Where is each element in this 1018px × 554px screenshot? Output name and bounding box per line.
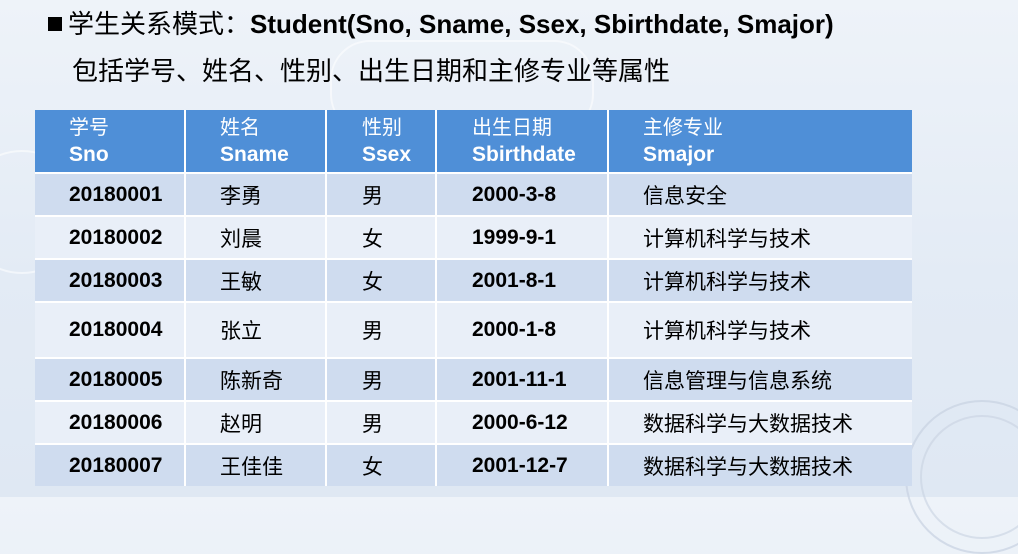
cell-sbirthdate: 2001-12-7 <box>436 443 609 486</box>
cell-ssex: 男 <box>326 357 437 401</box>
cell-sname: 陈新奇 <box>185 357 327 401</box>
cell-smajor: 计算机科学与技术 <box>608 215 912 259</box>
column-header-en: Ssex <box>362 143 412 166</box>
cell-sno: 20180004 <box>35 301 186 358</box>
table-row: 20180002 刘晨 女 1999-9-1 计算机科学与技术 <box>35 215 912 259</box>
cell-sno: 20180006 <box>35 400 186 444</box>
heading-prefix: 学生关系模式： <box>68 10 251 40</box>
cell-sbirthdate: 2000-1-8 <box>436 301 609 358</box>
cell-smajor: 数据科学与大数据技术 <box>608 400 912 444</box>
table-row: 20180001 李勇 男 2000-3-8 信息安全 <box>35 172 912 216</box>
table-header-row: 学号 Sno 姓名 Sname 性别 Ssex 出生日期 Sbirthdate … <box>35 110 912 173</box>
column-header-cn: 出生日期 <box>472 115 552 139</box>
relation-schema: Student(Sno, Sname, Ssex, Sbirthdate, Sm… <box>250 9 834 39</box>
cell-sname: 李勇 <box>185 172 327 216</box>
cell-sname: 赵明 <box>185 400 327 444</box>
column-header-cn: 主修专业 <box>643 115 723 139</box>
column-header-en: Sbirthdate <box>472 143 576 166</box>
column-header-sname: 姓名 Sname <box>185 110 327 173</box>
cell-sbirthdate: 2000-6-12 <box>436 400 609 444</box>
table-row: 20180004 张立 男 2000-1-8 计算机科学与技术 <box>35 301 912 358</box>
cell-sbirthdate: 2001-8-1 <box>436 258 609 302</box>
column-header-cn: 学号 <box>69 115 109 139</box>
column-header-cn: 姓名 <box>220 115 260 139</box>
cell-ssex: 男 <box>326 172 437 216</box>
column-header-en: Sname <box>220 143 289 166</box>
cell-sbirthdate: 2000-3-8 <box>436 172 609 216</box>
cell-smajor: 信息安全 <box>608 172 912 216</box>
table-row: 20180005 陈新奇 男 2001-11-1 信息管理与信息系统 <box>35 357 912 401</box>
column-header-ssex: 性别 Ssex <box>326 110 437 173</box>
column-header-en: Smajor <box>643 143 715 166</box>
cell-sno: 20180003 <box>35 258 186 302</box>
cell-smajor: 信息管理与信息系统 <box>608 357 912 401</box>
slide-heading: 学生关系模式：Student(Sno, Sname, Ssex, Sbirthd… <box>48 4 834 44</box>
cell-sname: 刘晨 <box>185 215 327 259</box>
table-row: 20180006 赵明 男 2000-6-12 数据科学与大数据技术 <box>35 400 912 444</box>
cell-sno: 20180001 <box>35 172 186 216</box>
cell-ssex: 女 <box>326 258 437 302</box>
cell-sname: 张立 <box>185 301 327 358</box>
cell-sname: 王佳佳 <box>185 443 327 486</box>
square-bullet-icon <box>48 17 62 31</box>
cell-ssex: 女 <box>326 215 437 259</box>
cell-ssex: 男 <box>326 301 437 358</box>
cell-sbirthdate: 2001-11-1 <box>436 357 609 401</box>
slide-subheading: 包括学号、姓名、性别、出生日期和主修专业等属性 <box>72 57 671 87</box>
column-header-smajor: 主修专业 Smajor <box>608 110 912 173</box>
cell-sno: 20180002 <box>35 215 186 259</box>
student-table: 学号 Sno 姓名 Sname 性别 Ssex 出生日期 Sbirthdate … <box>35 110 912 486</box>
column-header-sbirthdate: 出生日期 Sbirthdate <box>436 110 609 173</box>
table-row: 20180003 王敏 女 2001-8-1 计算机科学与技术 <box>35 258 912 302</box>
column-header-en: Sno <box>69 143 109 166</box>
table-row: 20180007 王佳佳 女 2001-12-7 数据科学与大数据技术 <box>35 443 912 486</box>
cell-ssex: 男 <box>326 400 437 444</box>
cell-sbirthdate: 1999-9-1 <box>436 215 609 259</box>
cell-smajor: 计算机科学与技术 <box>608 258 912 302</box>
cell-ssex: 女 <box>326 443 437 486</box>
column-header-cn: 性别 <box>362 115 402 139</box>
cell-smajor: 计算机科学与技术 <box>608 301 912 358</box>
cell-sname: 王敏 <box>185 258 327 302</box>
cell-sno: 20180007 <box>35 443 186 486</box>
cell-smajor: 数据科学与大数据技术 <box>608 443 912 486</box>
cell-sno: 20180005 <box>35 357 186 401</box>
column-header-sno: 学号 Sno <box>35 110 186 173</box>
